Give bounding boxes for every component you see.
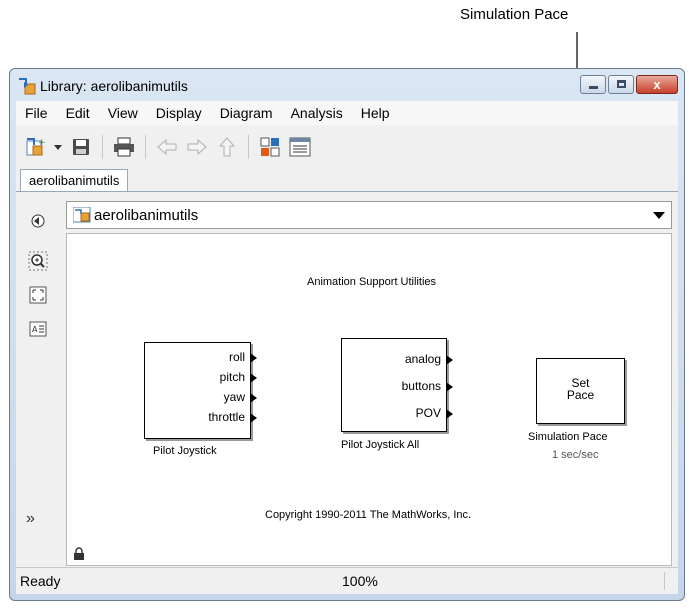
new-model-button[interactable]: + — [22, 134, 48, 160]
toolbar: + — [16, 127, 678, 167]
library-browser-icon — [260, 137, 280, 157]
back-icon — [157, 139, 177, 155]
minimize-icon — [589, 86, 598, 89]
pilot-joystick-all-block[interactable]: analog buttons POV — [341, 338, 453, 432]
annotation-button[interactable]: A — [28, 319, 48, 339]
new-model-dropdown[interactable] — [52, 134, 64, 160]
library-browser-button[interactable] — [257, 134, 283, 160]
new-model-icon: + — [26, 138, 46, 156]
menu-display[interactable]: Display — [147, 105, 211, 121]
model-explorer-icon — [289, 137, 311, 157]
lock-icon[interactable] — [73, 547, 85, 561]
menu-edit[interactable]: Edit — [57, 105, 99, 121]
outport-arrow-icon — [250, 353, 257, 363]
toolbar-separator — [248, 135, 249, 159]
status-text: Ready — [20, 573, 61, 589]
model-canvas[interactable]: Animation Support Utilities roll pitch y… — [66, 233, 672, 566]
forward-icon — [187, 139, 207, 155]
forward-button[interactable] — [184, 134, 210, 160]
fit-view-icon — [29, 286, 47, 304]
simulation-pace-block[interactable]: Set Pace — [536, 358, 625, 424]
window-title: Library: aerolibanimutils — [40, 78, 188, 94]
svg-text:+: + — [38, 138, 46, 148]
annotation-icon: A — [29, 321, 47, 337]
port-yaw: yaw — [223, 390, 245, 404]
address-dropdown-icon[interactable] — [653, 212, 665, 219]
up-icon — [219, 137, 235, 157]
library-model-icon — [73, 207, 91, 223]
tab-strip: aerolibanimutils — [16, 169, 678, 192]
maximize-icon — [617, 80, 626, 88]
zoom-in-button[interactable] — [28, 251, 48, 271]
hide-explorer-button[interactable] — [28, 211, 48, 231]
copyright-annotation: Copyright 1990-2011 The MathWorks, Inc. — [265, 509, 472, 521]
minimize-button[interactable] — [580, 75, 606, 94]
fit-to-view-button[interactable] — [28, 285, 48, 305]
zoom-icon — [28, 251, 48, 271]
print-button[interactable] — [111, 134, 137, 160]
outport-arrow-icon — [250, 413, 257, 423]
address-bar[interactable]: aerolibanimutils — [66, 201, 672, 229]
print-icon — [114, 137, 134, 157]
status-divider — [664, 572, 665, 590]
maximize-button[interactable] — [608, 75, 634, 94]
menu-diagram[interactable]: Diagram — [211, 105, 282, 121]
menu-analysis[interactable]: Analysis — [282, 105, 352, 121]
window-client: File Edit View Display Diagram Analysis … — [16, 101, 678, 594]
outport-arrow-icon — [446, 382, 453, 392]
set-pace-line2: Pace — [566, 388, 595, 402]
menu-help[interactable]: Help — [352, 105, 399, 121]
port-roll: roll — [228, 350, 245, 364]
status-bar: Ready 100% — [16, 567, 678, 594]
dropdown-icon — [54, 145, 62, 150]
save-icon — [73, 139, 89, 155]
outport-arrow-icon — [446, 409, 453, 419]
toolbar-separator — [145, 135, 146, 159]
zoom-level: 100% — [342, 573, 378, 589]
svg-text:A: A — [32, 325, 38, 334]
simulink-library-icon — [19, 78, 36, 95]
up-button[interactable] — [214, 134, 240, 160]
port-buttons: buttons — [401, 379, 441, 393]
menu-view[interactable]: View — [99, 105, 147, 121]
simulation-pace-content: Set Pace — [537, 377, 624, 401]
simulation-pace-label: Simulation Pace — [528, 431, 608, 443]
menu-bar: File Edit View Display Diagram Analysis … — [16, 101, 678, 125]
close-icon: x — [653, 77, 661, 92]
menu-file[interactable]: File — [16, 105, 57, 121]
address-path: aerolibanimutils — [94, 207, 199, 224]
port-throttle: throttle — [208, 410, 245, 424]
library-annotation-title: Animation Support Utilities — [307, 276, 437, 288]
pilot-joystick-label: Pilot Joystick — [153, 445, 217, 457]
outport-arrow-icon — [446, 355, 453, 365]
left-toolbar: A » — [16, 193, 62, 566]
back-circle-icon — [31, 214, 45, 228]
port-analog: analog — [404, 352, 441, 366]
model-explorer-button[interactable] — [287, 134, 313, 160]
tab-aerolibanimutils[interactable]: aerolibanimutils — [20, 169, 129, 191]
close-button[interactable]: x — [636, 75, 678, 94]
save-button[interactable] — [68, 134, 94, 160]
title-bar[interactable]: Library: aerolibanimutils x — [10, 69, 684, 101]
outport-arrow-icon — [250, 393, 257, 403]
library-window: Library: aerolibanimutils x File Edit Vi… — [9, 68, 685, 601]
simulation-pace-param: 1 sec/sec — [552, 449, 599, 461]
back-button[interactable] — [154, 134, 180, 160]
expand-chevron-icon[interactable]: » — [26, 510, 35, 528]
port-pov: POV — [415, 406, 441, 420]
pilot-joystick-all-label: Pilot Joystick All — [341, 439, 420, 451]
outport-arrow-icon — [250, 373, 257, 383]
pilot-joystick-block[interactable]: roll pitch yaw throttle — [144, 342, 257, 439]
toolbar-separator — [102, 135, 103, 159]
port-pitch: pitch — [219, 370, 245, 384]
